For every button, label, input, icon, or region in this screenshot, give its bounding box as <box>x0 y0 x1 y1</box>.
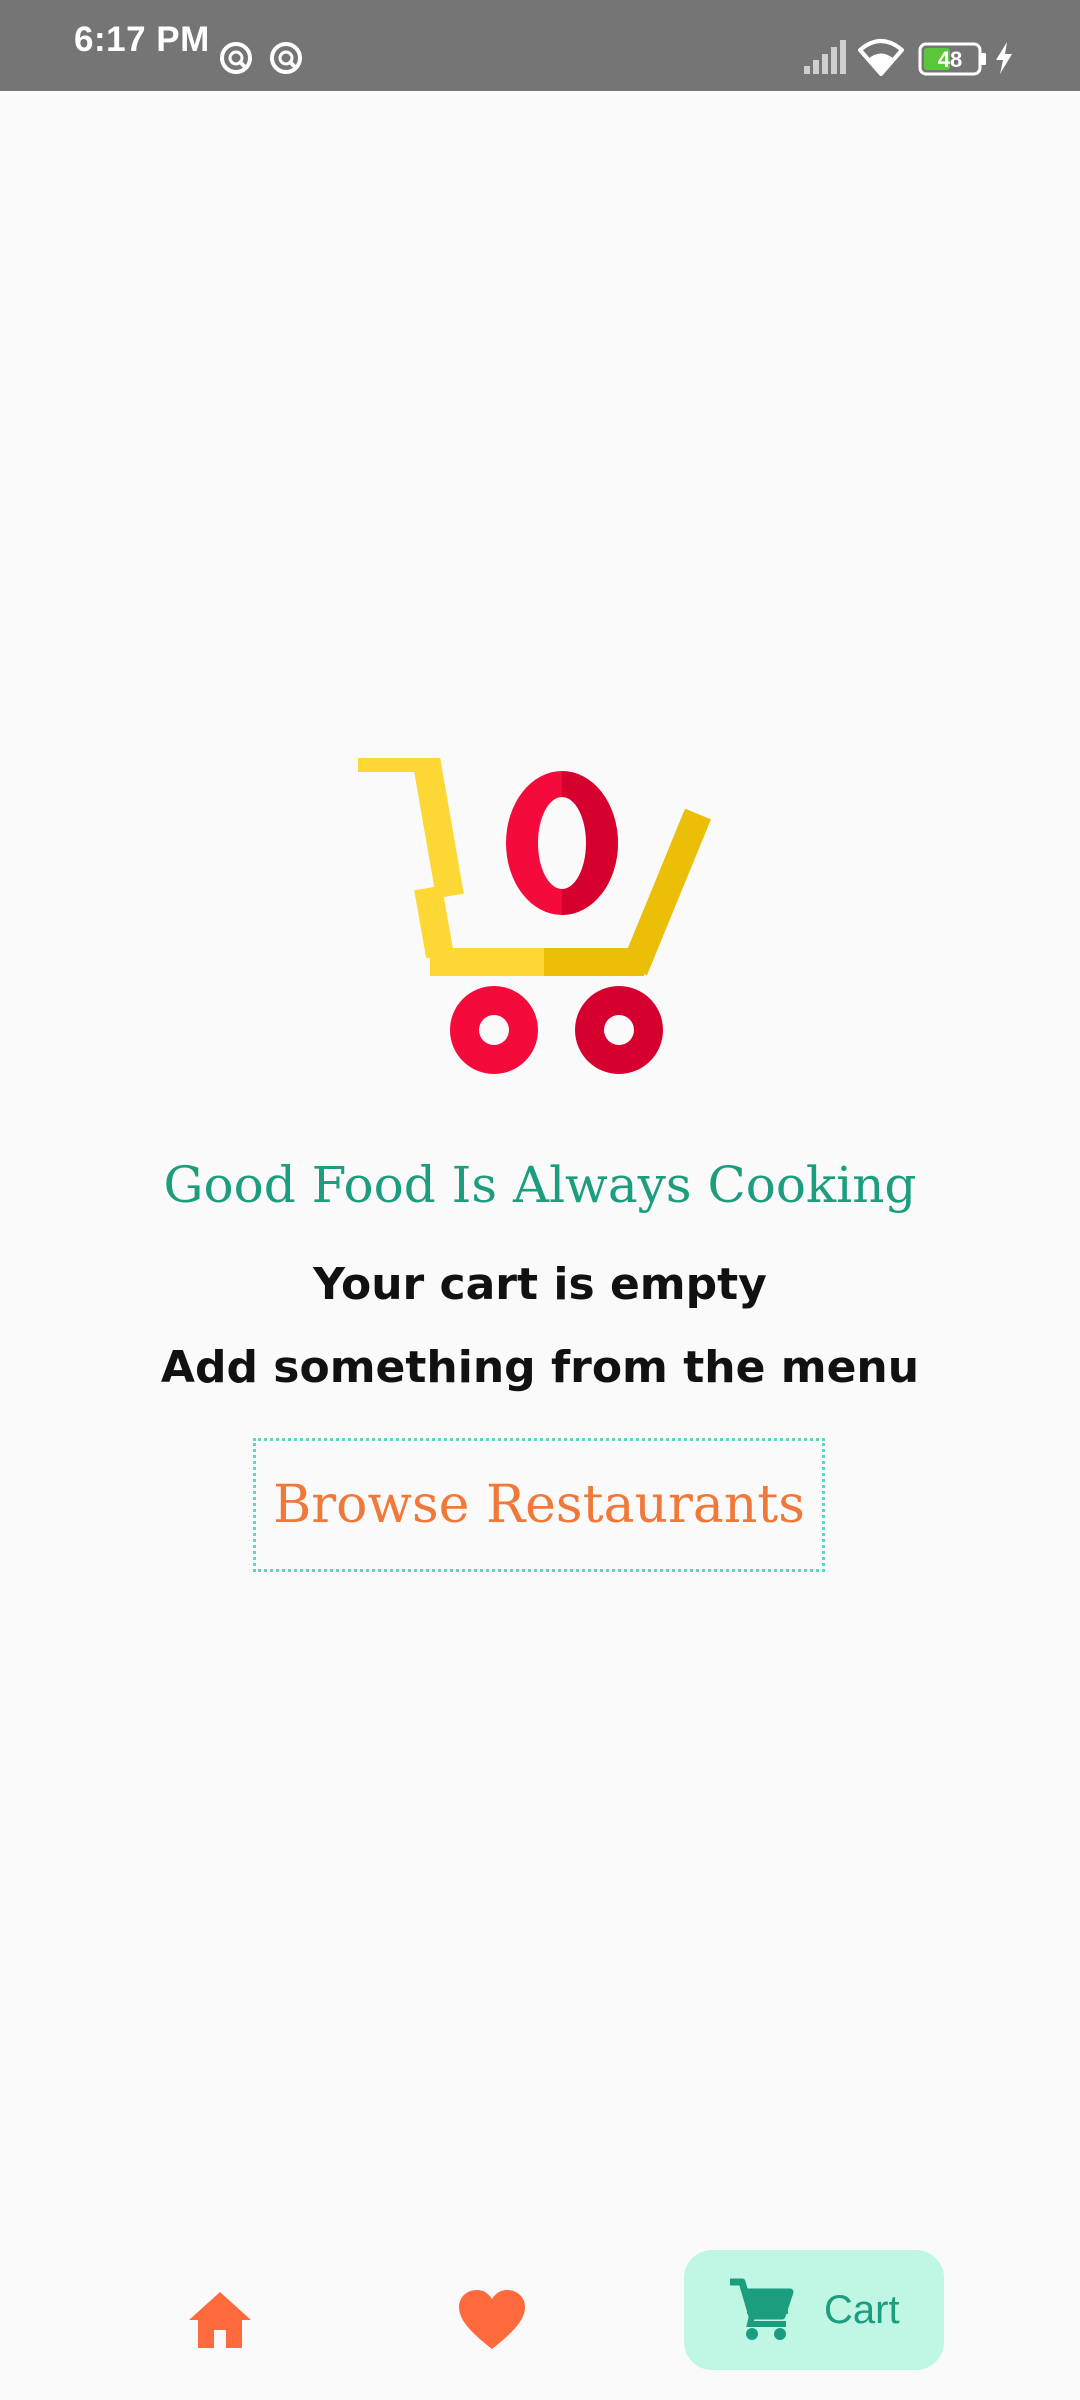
battery-icon: 48 <box>918 42 986 76</box>
cart-empty-message: Your cart is empty <box>313 1259 767 1310</box>
cart-icon <box>730 2278 794 2340</box>
nav-home[interactable] <box>160 2270 280 2370</box>
empty-cart-illustration <box>358 758 711 1074</box>
home-icon <box>189 2292 251 2348</box>
battery-level: 48 <box>938 47 962 72</box>
status-time: 6:17 PM <box>74 20 210 59</box>
charging-icon <box>996 42 1012 74</box>
sync-icon <box>220 42 252 74</box>
status-bar: 6:17 PM 48 <box>0 0 1080 91</box>
bottom-navigation: Cart <box>0 2230 1080 2400</box>
signal-icon <box>804 40 846 74</box>
nav-cart-label: Cart <box>824 2287 900 2332</box>
empty-cart-headline: Good Food Is Always Cooking <box>163 1156 917 1214</box>
browse-restaurants-button[interactable]: Browse Restaurants <box>253 1438 825 1572</box>
browse-restaurants-label: Browse Restaurants <box>273 1475 805 1535</box>
heart-icon <box>459 2290 525 2349</box>
nav-cart[interactable]: Cart <box>684 2250 944 2370</box>
wifi-icon <box>858 39 904 76</box>
sync-icon <box>270 42 302 74</box>
add-from-menu-message: Add something from the menu <box>160 1342 920 1393</box>
nav-favorites[interactable] <box>432 2270 552 2370</box>
